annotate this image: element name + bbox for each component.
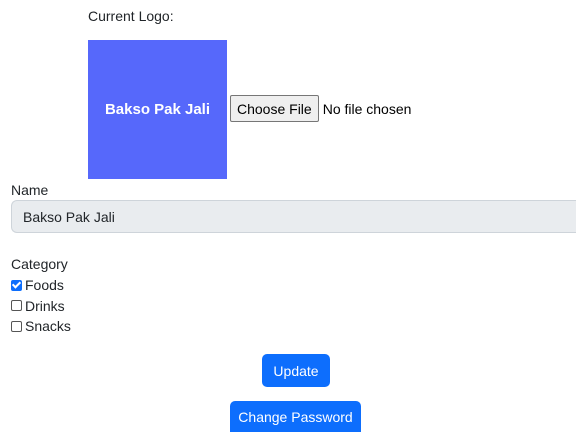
change-password-button[interactable]: Change Password <box>230 401 361 432</box>
snacks-label: Snacks <box>25 318 71 335</box>
category-option-foods[interactable]: Foods <box>11 275 71 296</box>
category-label: Category <box>11 256 68 272</box>
logo-file-input[interactable]: Choose File No file chosen <box>230 95 411 122</box>
current-logo-label: Current Logo: <box>88 8 174 24</box>
category-options: Foods Drinks Snacks <box>11 275 71 337</box>
choose-file-button[interactable]: Choose File <box>230 95 319 122</box>
drinks-checkbox[interactable] <box>11 300 22 312</box>
drinks-label: Drinks <box>25 297 65 314</box>
name-label: Name <box>11 182 49 198</box>
file-status-text: No file chosen <box>322 100 412 117</box>
name-input[interactable]: Bakso Pak Jali <box>11 200 576 233</box>
current-logo-image: Bakso Pak Jali <box>88 40 227 179</box>
edit-store-form: Current Logo: Bakso Pak Jali Choose File… <box>0 0 576 432</box>
update-button[interactable]: Update <box>262 354 330 387</box>
foods-label: Foods <box>25 277 64 294</box>
foods-checkbox[interactable] <box>11 279 22 291</box>
logo-image-text: Bakso Pak Jali <box>104 101 211 118</box>
category-option-snacks[interactable]: Snacks <box>11 316 71 337</box>
snacks-checkbox[interactable] <box>11 320 22 332</box>
category-option-drinks[interactable]: Drinks <box>11 296 71 317</box>
name-input-value: Bakso Pak Jali <box>23 208 115 225</box>
